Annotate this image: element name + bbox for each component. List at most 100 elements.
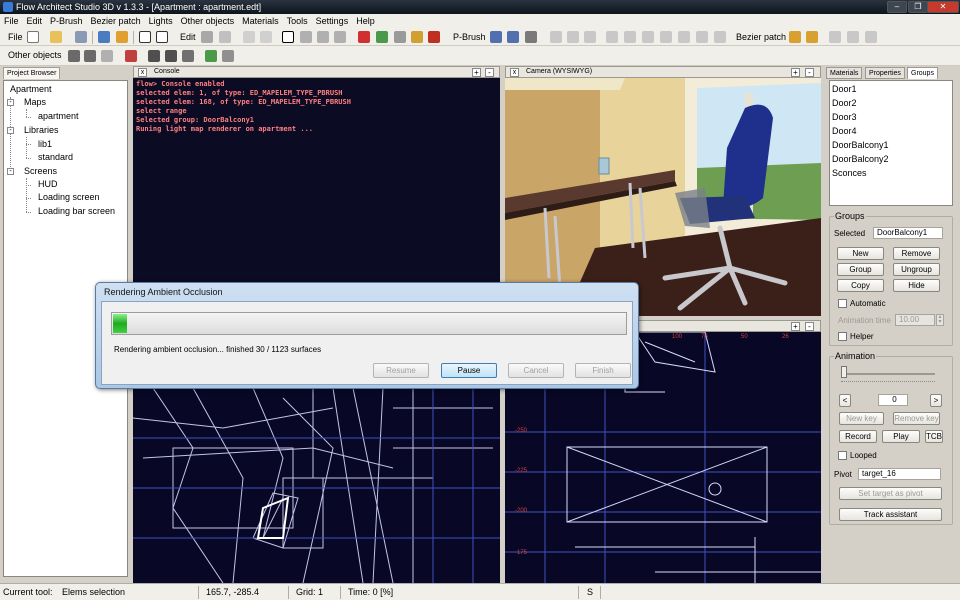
console-tab[interactable]: Console (154, 68, 180, 75)
minimize-button[interactable]: – (887, 1, 907, 13)
tree-library-item[interactable]: standard (38, 152, 73, 162)
timeline-slider-track[interactable] (841, 373, 935, 375)
next-frame-button[interactable]: > (930, 394, 942, 407)
list-item[interactable]: DoorBalcony1 (832, 140, 889, 150)
camera-viewport[interactable] (505, 78, 821, 316)
menu-help[interactable]: Help (352, 14, 379, 29)
menu-bezier-patch[interactable]: Bezier patch (87, 14, 145, 29)
frame-field[interactable]: 0 (878, 394, 908, 406)
hide-group-button[interactable]: Hide (893, 279, 940, 292)
pbrush-cube-icon[interactable] (490, 31, 502, 43)
new-file-icon[interactable] (27, 31, 39, 43)
remove-group-button[interactable]: Remove (893, 247, 940, 260)
groups-list[interactable]: Door1 Door2 Door3 Door4 DoorBalcony1 Doo… (829, 80, 953, 206)
menu-edit[interactable]: Edit (23, 14, 47, 29)
spinner-icon[interactable]: ▴ ▾ (936, 314, 944, 326)
copy-group-button[interactable]: Copy (837, 279, 884, 292)
tree-library-item[interactable]: lib1 (38, 139, 52, 149)
looped-checkbox[interactable] (838, 451, 847, 460)
pbrush-op8-icon[interactable] (678, 31, 690, 43)
bezier-patch-icon[interactable] (789, 31, 801, 43)
delete-icon[interactable] (201, 31, 213, 43)
list-item[interactable]: Door1 (832, 84, 857, 94)
cancel-button[interactable]: Cancel (508, 363, 564, 378)
bezier-op2-icon[interactable] (847, 31, 859, 43)
undo-icon[interactable] (243, 31, 255, 43)
helper-checkbox[interactable] (838, 332, 847, 341)
console-close-icon[interactable]: x (138, 68, 147, 77)
bezier-op1-icon[interactable] (829, 31, 841, 43)
pbrush-op9-icon[interactable] (696, 31, 708, 43)
pivot-field[interactable]: target_16 (858, 468, 941, 480)
list-item[interactable]: Door3 (832, 112, 857, 122)
tab-project-browser[interactable]: Project Browser (3, 67, 61, 79)
pbrush-op1-icon[interactable] (550, 31, 562, 43)
pbrush-cylinder-icon[interactable] (525, 31, 537, 43)
grid-icon[interactable] (394, 31, 406, 43)
tree-screen-item[interactable]: HUD (38, 179, 58, 189)
list-item[interactable]: DoorBalcony2 (832, 154, 889, 164)
camera-icon[interactable] (101, 50, 113, 62)
pbrush-wedge-icon[interactable] (507, 31, 519, 43)
checker-icon[interactable] (165, 50, 177, 62)
menu-lights[interactable]: Lights (145, 14, 177, 29)
pbrush-op3-icon[interactable] (584, 31, 596, 43)
magnet-icon[interactable] (358, 31, 370, 43)
rotate-icon[interactable] (317, 31, 329, 43)
camera-minimize-icon[interactable]: - (805, 68, 814, 77)
move-icon[interactable] (300, 31, 312, 43)
image-icon[interactable] (156, 31, 168, 43)
tab-properties[interactable]: Properties (865, 67, 905, 79)
snap-icon[interactable] (376, 31, 388, 43)
target-icon[interactable] (205, 50, 217, 62)
expand-libraries-icon[interactable]: - (7, 127, 14, 134)
sound-icon[interactable] (182, 50, 194, 62)
set-target-pivot-button[interactable]: Set target as pivot (839, 487, 942, 500)
record-button[interactable]: Record (839, 430, 877, 443)
copy-icon[interactable] (219, 31, 231, 43)
prev-frame-button[interactable]: < (839, 394, 851, 407)
new-group-button[interactable]: New (837, 247, 884, 260)
pbrush-op7-icon[interactable] (660, 31, 672, 43)
bezier-edit-icon[interactable] (806, 31, 818, 43)
tab-groups[interactable]: Groups (907, 67, 938, 79)
pbrush-op5-icon[interactable] (624, 31, 636, 43)
tcb-button[interactable]: TCB (925, 430, 943, 443)
list-item[interactable]: Sconces (832, 168, 867, 178)
top-view-maximize-icon[interactable]: + (791, 322, 800, 331)
save-icon[interactable] (75, 31, 87, 43)
open-folder-icon[interactable] (50, 31, 62, 43)
console-minimize-icon[interactable]: - (485, 68, 494, 77)
close-button[interactable]: ✕ (927, 1, 959, 13)
tab-materials[interactable]: Materials (826, 67, 863, 79)
pbrush-op4-icon[interactable] (606, 31, 618, 43)
top-view-minimize-icon[interactable]: - (805, 322, 814, 331)
automatic-checkbox[interactable] (838, 299, 847, 308)
camera-tab[interactable]: Camera (WYSIWYG) (526, 68, 592, 75)
tree-screen-item[interactable]: Loading bar screen (38, 206, 115, 216)
tree-screens[interactable]: Screens (24, 166, 57, 176)
particle-icon[interactable] (125, 50, 137, 62)
resume-button[interactable]: Resume (373, 363, 429, 378)
scale-icon[interactable] (334, 31, 346, 43)
render-icon[interactable] (428, 31, 440, 43)
tree-maps[interactable]: Maps (24, 97, 46, 107)
menu-settings[interactable]: Settings (312, 14, 353, 29)
entity-icon[interactable] (148, 50, 160, 62)
bezier-op3-icon[interactable] (865, 31, 877, 43)
window-icon[interactable] (139, 31, 151, 43)
finish-button[interactable]: Finish (575, 363, 631, 378)
group-button[interactable]: Group (837, 263, 884, 276)
selected-group-field[interactable]: DoorBalcony1 (873, 227, 943, 239)
timeline-slider-thumb[interactable] (841, 366, 847, 378)
select-cursor-icon[interactable] (282, 31, 294, 43)
pbrush-op10-icon[interactable] (714, 31, 726, 43)
light-icon[interactable] (411, 31, 423, 43)
light-bulb-icon[interactable] (68, 50, 80, 62)
list-item[interactable]: Door2 (832, 98, 857, 108)
pbrush-op2-icon[interactable] (567, 31, 579, 43)
menu-file[interactable]: File (0, 14, 23, 29)
spot-light-icon[interactable] (84, 50, 96, 62)
camera-maximize-icon[interactable]: + (791, 68, 800, 77)
wireframe-viewport-front[interactable] (133, 388, 500, 583)
